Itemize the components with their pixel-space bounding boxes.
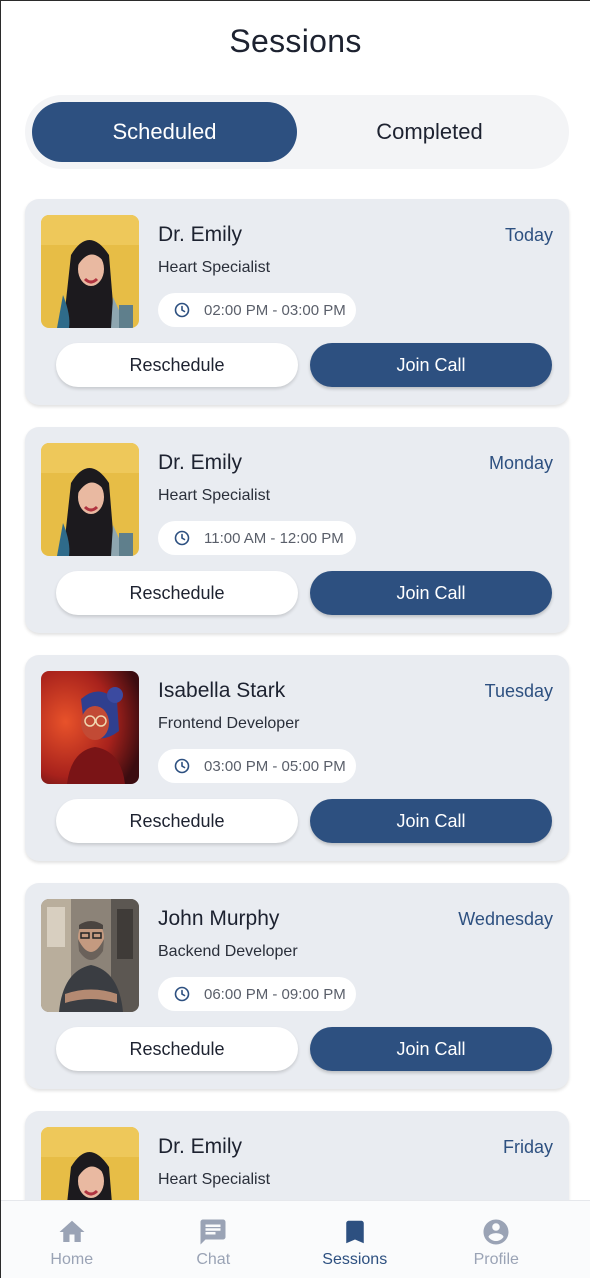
- nav-sessions[interactable]: Sessions: [284, 1201, 426, 1278]
- session-card: John Murphy Backend Developer Wednesday …: [25, 883, 569, 1089]
- session-day: Wednesday: [458, 909, 553, 929]
- clock-icon: [174, 302, 190, 318]
- doctor-name: Dr. Emily: [158, 451, 242, 474]
- developer-role: Backend Developer: [158, 943, 298, 960]
- bearded-man-office-photo: [41, 899, 139, 1012]
- session-day: Monday: [488, 453, 553, 473]
- avatar: [41, 443, 139, 556]
- time-slot: 06:00 PM - 09:00 PM: [158, 977, 356, 1011]
- doctor-name: Dr. Emily: [158, 1135, 242, 1158]
- join-call-button[interactable]: Join Call: [310, 343, 552, 387]
- bottom-nav: Home Chat Sessions Profile: [1, 1200, 590, 1278]
- reschedule-button[interactable]: Reschedule: [56, 343, 298, 387]
- nav-chat-label: Chat: [196, 1251, 231, 1268]
- nav-profile-label: Profile: [473, 1251, 519, 1268]
- session-day: Friday: [502, 1137, 553, 1157]
- developer-name: John Murphy: [158, 907, 280, 930]
- session-card: Dr. Emily Heart Specialist Monday 11:00 …: [25, 427, 569, 633]
- reschedule-button[interactable]: Reschedule: [56, 1027, 298, 1071]
- chat-icon: [200, 1219, 226, 1245]
- time-slot: 02:00 PM - 03:00 PM: [158, 293, 356, 327]
- time-text: 11:00 AM - 12:00 PM: [204, 529, 344, 547]
- doctor-role: Heart Specialist: [158, 487, 271, 504]
- nav-home[interactable]: Home: [1, 1201, 143, 1278]
- home-icon: [59, 1220, 85, 1242]
- time-text: 03:00 PM - 05:00 PM: [204, 757, 346, 775]
- doctor-name: Dr. Emily: [158, 223, 242, 246]
- profile-icon: [483, 1219, 509, 1245]
- session-list: Dr. Emily Heart Specialist Today 02:00 P…: [25, 199, 569, 1278]
- reschedule-button[interactable]: Reschedule: [56, 799, 298, 843]
- bookmark-icon: [346, 1220, 364, 1244]
- avatar: [41, 899, 139, 1012]
- woman-yellow-wall-photo: [41, 215, 139, 328]
- app-screen: Sessions Scheduled Completed Dr. Emily H…: [0, 0, 590, 1278]
- avatar: [41, 215, 139, 328]
- time-slot: 11:00 AM - 12:00 PM: [158, 521, 356, 555]
- tab-scheduled[interactable]: Scheduled: [32, 102, 297, 162]
- nav-profile[interactable]: Profile: [426, 1201, 568, 1278]
- reschedule-button[interactable]: Reschedule: [56, 571, 298, 615]
- join-call-button[interactable]: Join Call: [310, 571, 552, 615]
- doctor-role: Heart Specialist: [158, 259, 271, 276]
- join-call-button[interactable]: Join Call: [310, 799, 552, 843]
- doctor-role: Heart Specialist: [158, 1171, 271, 1188]
- clock-icon: [174, 986, 190, 1002]
- nav-home-label: Home: [50, 1251, 94, 1268]
- time-slot: 03:00 PM - 05:00 PM: [158, 749, 356, 783]
- session-card: Dr. Emily Heart Specialist Today 02:00 P…: [25, 199, 569, 405]
- session-card: Isabella Stark Frontend Developer Tuesda…: [25, 655, 569, 861]
- clock-icon: [174, 530, 190, 546]
- woman-red-light-photo: [41, 671, 139, 784]
- page-title: Sessions: [229, 23, 362, 59]
- developer-role: Frontend Developer: [158, 715, 300, 732]
- nav-sessions-label: Sessions: [322, 1251, 388, 1268]
- woman-yellow-wall-photo: [41, 443, 139, 556]
- clock-icon: [174, 758, 190, 774]
- session-day: Tuesday: [484, 681, 553, 701]
- session-day: Today: [504, 225, 553, 245]
- session-tabs: Scheduled Completed: [25, 95, 569, 169]
- avatar: [41, 671, 139, 784]
- tab-completed[interactable]: Completed: [297, 102, 562, 162]
- nav-chat[interactable]: Chat: [143, 1201, 285, 1278]
- developer-name: Isabella Stark: [158, 679, 286, 702]
- time-text: 06:00 PM - 09:00 PM: [204, 985, 346, 1003]
- join-call-button[interactable]: Join Call: [310, 1027, 552, 1071]
- time-text: 02:00 PM - 03:00 PM: [204, 301, 346, 319]
